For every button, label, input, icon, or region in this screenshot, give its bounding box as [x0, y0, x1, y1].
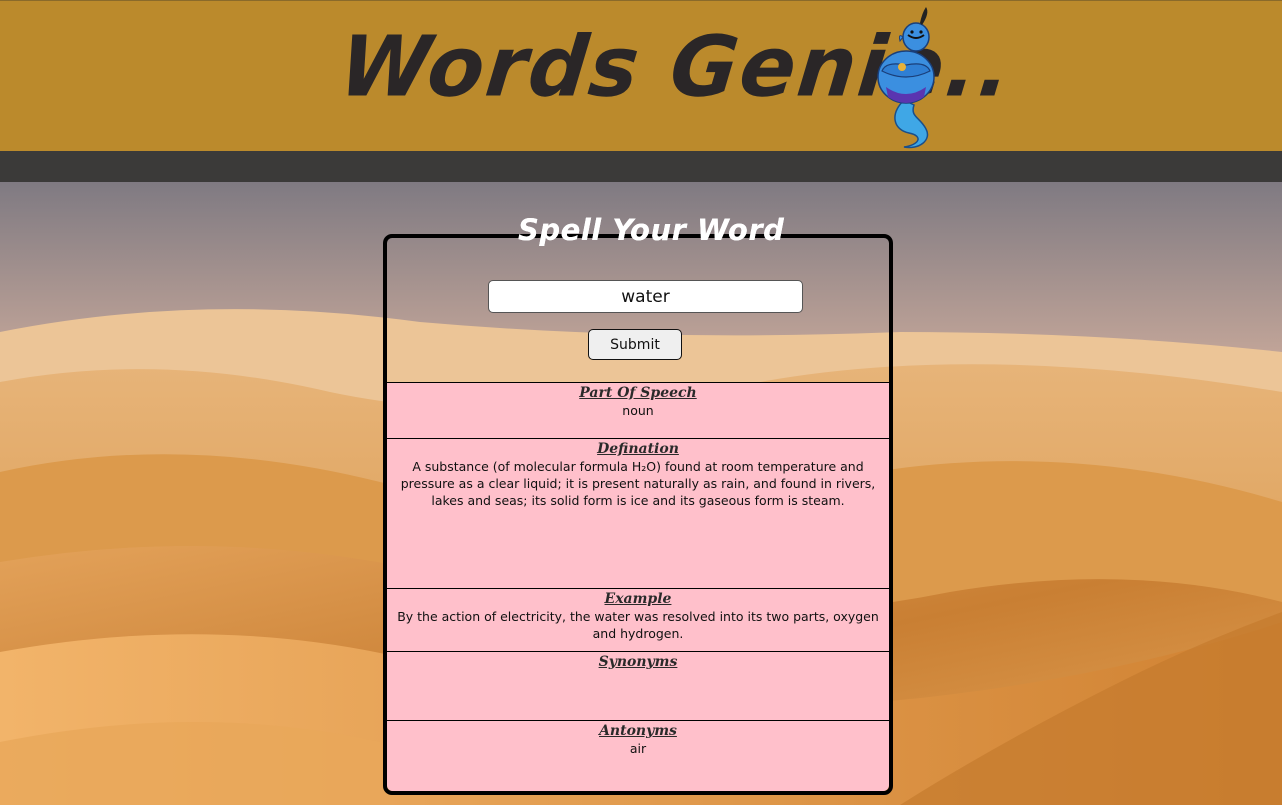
- form-legend: Spell Your Word: [518, 213, 785, 247]
- site-header: Words Genie..: [0, 0, 1282, 151]
- results-panel: Part Of Speech noun Defination A substan…: [387, 382, 889, 791]
- part-of-speech-heading: Part Of Speech: [579, 385, 697, 401]
- part-of-speech-section: Part Of Speech noun: [387, 382, 889, 438]
- definition-value: A substance (of molecular formula H₂O) f…: [400, 459, 876, 508]
- example-value: By the action of electricity, the water …: [397, 609, 879, 641]
- example-section: Example By the action of electricity, th…: [387, 588, 889, 651]
- synonyms-heading: Synonyms: [598, 654, 678, 670]
- definition-section: Defination A substance (of molecular for…: [387, 438, 889, 588]
- submit-button[interactable]: Submit: [588, 329, 682, 360]
- word-input[interactable]: [488, 280, 803, 313]
- definition-heading: Defination: [597, 441, 679, 457]
- antonyms-value: air: [629, 741, 647, 756]
- nav-bar: [0, 151, 1282, 182]
- synonyms-section: Synonyms: [387, 651, 889, 720]
- antonyms-heading: Antonyms: [599, 723, 677, 739]
- genie-icon: [877, 7, 935, 149]
- part-of-speech-value: noun: [622, 403, 654, 418]
- antonyms-section: Antonyms air: [387, 720, 889, 791]
- example-heading: Example: [604, 591, 672, 607]
